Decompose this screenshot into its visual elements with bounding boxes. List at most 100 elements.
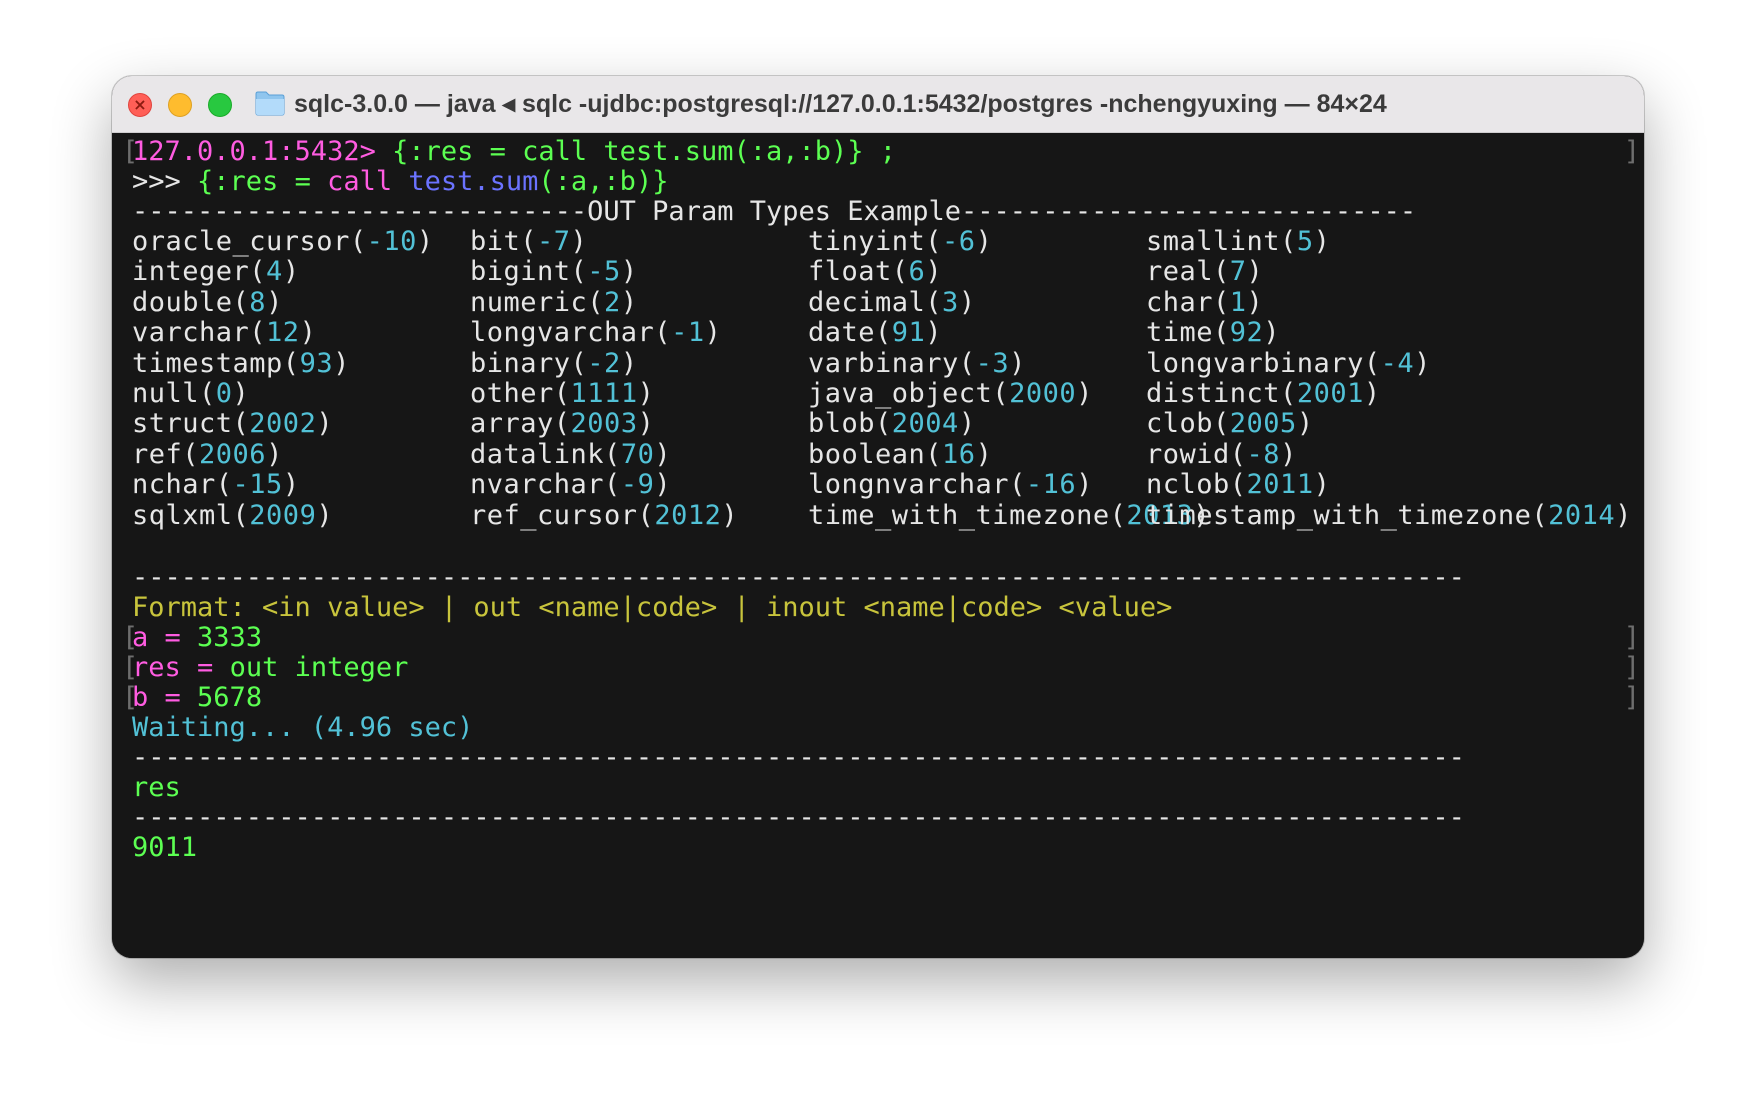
result-separator-top: ----------------------------------------…	[132, 742, 1465, 773]
type-code: 16	[942, 438, 976, 470]
param-input-res[interactable]: [res = out integer	[122, 651, 408, 685]
type-code: 2003	[570, 408, 638, 440]
type-name: clob(	[1146, 408, 1230, 440]
type-name: tinyint(	[808, 226, 943, 257]
type-item-varchar: varchar(12)	[132, 317, 317, 349]
type-name: longvarchar(	[470, 317, 672, 349]
type-code: -5	[587, 256, 621, 288]
type-name: bit(	[470, 226, 538, 257]
type-code: -2	[587, 347, 621, 379]
type-name: sqlxml(	[132, 499, 250, 531]
close-button[interactable]: ×	[128, 93, 152, 117]
type-code: -4	[1380, 347, 1415, 379]
command-line[interactable]: [127.0.0.1:5432> {:res = call test.sum(:…	[122, 135, 896, 169]
separator: ----------------------------------------…	[132, 562, 1465, 593]
folder-icon	[255, 91, 285, 116]
type-name: nclob(	[1146, 469, 1247, 501]
type-name: double(	[132, 286, 250, 318]
type-code: -3	[975, 347, 1010, 379]
type-item-boolean: boolean(16)	[808, 438, 993, 470]
result-header: res	[132, 772, 181, 803]
type-item-binary: binary(-2)	[470, 347, 638, 379]
type-name: nvarchar(	[470, 469, 621, 501]
waiting-status: Waiting... (4.96 sec)	[132, 712, 474, 743]
type-code: 1	[1229, 286, 1247, 318]
type-item-longvarchar: longvarchar(-1)	[470, 317, 722, 349]
type-name: timestamp(	[132, 347, 300, 379]
type-code: -7	[537, 226, 571, 257]
command-input[interactable]: {:res = call test.sum(:a,:b)} ;	[392, 136, 896, 167]
type-item-struct: struct(2002)	[132, 408, 334, 440]
type-code: 70	[620, 438, 655, 470]
type-item-clob: clob(2005)	[1146, 408, 1314, 440]
type-item-integer: integer(4)	[132, 256, 300, 288]
type-name: char(	[1146, 286, 1230, 318]
type-name: integer(	[132, 256, 267, 288]
type-item-time: time(92)	[1146, 317, 1281, 349]
type-item-real: real(7)	[1146, 256, 1264, 288]
type-code: 0	[215, 378, 233, 409]
type-item-double: double(8)	[132, 286, 283, 318]
type-name: binary(	[470, 347, 588, 379]
type-name: java_object(	[808, 378, 1010, 409]
type-code: 2002	[249, 408, 317, 440]
type-name: other(	[470, 378, 571, 409]
type-item-ref_cursor: ref_cursor(2012)	[470, 499, 739, 531]
type-code: -6	[942, 226, 976, 257]
type-code: 12	[266, 317, 300, 349]
type-name: date(	[808, 317, 892, 349]
type-item-bigint: bigint(-5)	[470, 256, 638, 288]
type-item-nclob: nclob(2011)	[1146, 469, 1331, 501]
type-name: null(	[132, 378, 216, 409]
type-name: ref(	[132, 438, 200, 470]
type-item-char: char(1)	[1146, 286, 1264, 318]
result-value: 9011	[132, 832, 198, 863]
type-code: -16	[1025, 469, 1077, 501]
type-name: numeric(	[470, 286, 605, 318]
param-input-b[interactable]: [b = 5678	[122, 681, 262, 715]
type-code: 2005	[1229, 408, 1297, 440]
type-item-oracle_cursor: oracle_cursor(-10)	[132, 226, 434, 257]
type-code: 3	[942, 286, 959, 318]
type-name: longnvarchar(	[808, 469, 1026, 501]
terminal-content[interactable]: [127.0.0.1:5432> {:res = call test.sum(:…	[112, 133, 1644, 958]
close-icon: ×	[133, 95, 147, 114]
type-item-null: null(0)	[132, 378, 250, 409]
type-name: ref_cursor(	[470, 499, 655, 531]
type-code: 2014	[1548, 499, 1616, 531]
type-item-array: array(2003)	[470, 408, 655, 440]
type-code: 2009	[249, 499, 317, 531]
type-code: 91	[891, 317, 926, 349]
type-item-date: date(91)	[808, 317, 943, 349]
type-item-bit: bit(-7)	[470, 226, 588, 257]
type-code: -1	[671, 317, 705, 349]
type-item-tinyint: tinyint(-6)	[808, 226, 993, 257]
type-code: 2006	[199, 438, 267, 470]
type-name: varchar(	[132, 317, 267, 349]
type-name: oracle_cursor(	[132, 226, 367, 257]
type-item-timestamp_with_timezone: timestamp_with_timezone(2014)	[1146, 499, 1632, 531]
zoom-button[interactable]	[208, 93, 232, 117]
type-code: 2000	[1009, 378, 1077, 409]
type-name: distinct(	[1146, 378, 1297, 409]
type-name: rowid(	[1146, 438, 1247, 470]
type-name: array(	[470, 408, 571, 440]
type-item-datalink: datalink(70)	[470, 438, 672, 470]
window-title: sqlc-3.0.0 — java ◂ sqlc -ujdbc:postgres…	[294, 90, 1387, 118]
type-code: -9	[620, 469, 655, 501]
param-input-a[interactable]: [a = 3333	[122, 621, 262, 655]
type-code: 2	[604, 286, 621, 318]
type-item-numeric: numeric(2)	[470, 286, 638, 318]
type-item-ref: ref(2006)	[132, 438, 283, 470]
type-code: 2012	[654, 499, 722, 531]
title-bar[interactable]: × sqlc-3.0.0 — java ◂ sqlc -ujdbc:postgr…	[112, 76, 1644, 133]
type-code: 92	[1229, 317, 1264, 349]
type-name: varbinary(	[808, 347, 976, 379]
command-echo: >>> {:res = call test.sum(:a,:b)}	[132, 166, 669, 197]
type-code: 2004	[891, 408, 959, 440]
type-item-sqlxml: sqlxml(2009)	[132, 499, 334, 531]
minimize-button[interactable]	[168, 93, 192, 117]
terminal-window: × sqlc-3.0.0 — java ◂ sqlc -ujdbc:postgr…	[112, 76, 1644, 958]
type-name: blob(	[808, 408, 892, 440]
type-name: nchar(	[132, 469, 233, 501]
